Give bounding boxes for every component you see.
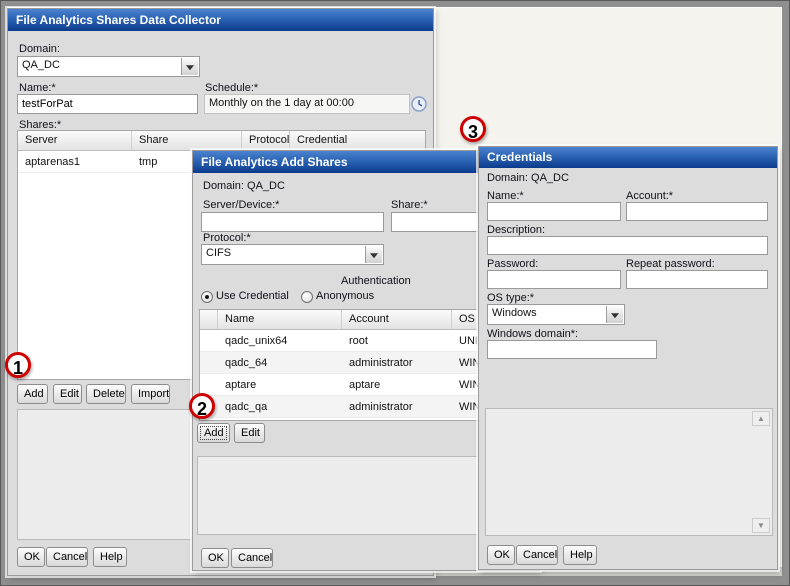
shares-data-collector-titlebar[interactable]: File Analytics Shares Data Collector bbox=[8, 9, 433, 31]
domain-select-value: QA_DC bbox=[22, 59, 60, 71]
annotation-step-3: 3 bbox=[460, 116, 486, 142]
cell-account: administrator bbox=[342, 396, 452, 417]
account-label: Account:* bbox=[626, 190, 673, 202]
cell-server: aptarenas1 bbox=[18, 151, 132, 172]
description-input[interactable] bbox=[487, 236, 768, 255]
annotation-step-1: 1 bbox=[5, 352, 31, 378]
password-input[interactable] bbox=[487, 270, 621, 289]
os-type-select-value: Windows bbox=[492, 307, 537, 319]
delete-button[interactable]: Delete bbox=[86, 384, 126, 404]
protocol-label: Protocol:* bbox=[203, 232, 251, 244]
credentials-titlebar[interactable]: Credentials bbox=[479, 147, 777, 168]
col-share[interactable]: Share bbox=[132, 131, 242, 150]
server-device-label: Server/Device:* bbox=[203, 199, 279, 211]
password-label: Password: bbox=[487, 258, 538, 270]
credentials-dialog: Credentials Domain: QA_DC Name:* Account… bbox=[478, 146, 778, 570]
domain-static: Domain: QA_DC bbox=[487, 172, 569, 184]
help-button[interactable]: Help bbox=[93, 547, 127, 567]
col-server[interactable]: Server bbox=[18, 131, 132, 150]
os-type-select[interactable]: Windows bbox=[487, 304, 625, 325]
name-label: Name:* bbox=[487, 190, 524, 202]
col-name[interactable]: Name bbox=[218, 310, 342, 329]
anonymous-label[interactable]: Anonymous bbox=[316, 290, 374, 302]
col-account[interactable]: Account bbox=[342, 310, 452, 329]
server-device-input[interactable] bbox=[201, 212, 384, 232]
description-label: Description: bbox=[487, 224, 545, 236]
scroll-down-icon[interactable]: ▼ bbox=[752, 518, 770, 533]
annotation-step-2: 2 bbox=[189, 393, 215, 419]
import-button[interactable]: Import bbox=[131, 384, 170, 404]
name-input[interactable] bbox=[17, 94, 198, 114]
edit-button[interactable]: Edit bbox=[53, 384, 82, 404]
cancel-button[interactable]: Cancel bbox=[231, 548, 273, 568]
clock-icon[interactable] bbox=[411, 96, 427, 112]
windows-domain-input[interactable] bbox=[487, 340, 657, 359]
chevron-down-icon bbox=[181, 58, 198, 75]
help-button[interactable]: Help bbox=[563, 545, 597, 565]
add-credential-button[interactable]: Add bbox=[197, 423, 230, 443]
cell-account: administrator bbox=[342, 352, 452, 373]
os-type-label: OS type:* bbox=[487, 292, 534, 304]
repeat-password-input[interactable] bbox=[626, 270, 768, 289]
shares-table-header: Server Share Protocol Credential bbox=[18, 131, 425, 151]
cell-account: aptare bbox=[342, 374, 452, 395]
edit-credential-button[interactable]: Edit bbox=[234, 423, 265, 443]
ok-button[interactable]: OK bbox=[487, 545, 515, 565]
cell-name: aptare bbox=[218, 374, 342, 395]
chevron-down-icon bbox=[365, 246, 382, 263]
cell-account: root bbox=[342, 330, 452, 351]
schedule-label: Schedule:* bbox=[205, 82, 258, 94]
anonymous-radio[interactable] bbox=[301, 291, 313, 303]
authentication-label: Authentication bbox=[341, 275, 411, 287]
chevron-down-icon bbox=[606, 306, 623, 323]
message-scroll-panel: ▲ ▼ bbox=[485, 408, 773, 536]
col-credential[interactable]: Credential bbox=[290, 131, 425, 150]
ok-button[interactable]: OK bbox=[17, 547, 45, 567]
windows-domain-label: Windows domain*: bbox=[487, 328, 578, 340]
col-protocol[interactable]: Protocol bbox=[242, 131, 290, 150]
use-credential-label[interactable]: Use Credential bbox=[216, 290, 289, 302]
protocol-select[interactable]: CIFS bbox=[201, 244, 384, 265]
col-select bbox=[200, 310, 218, 329]
add-button[interactable]: Add bbox=[17, 384, 48, 404]
cell-name: qadc_qa bbox=[218, 396, 342, 417]
share-label: Share:* bbox=[391, 199, 428, 211]
domain-static: Domain: QA_DC bbox=[203, 180, 285, 192]
schedule-field[interactable]: Monthly on the 1 day at 00:00 bbox=[204, 94, 410, 114]
account-input[interactable] bbox=[626, 202, 768, 221]
screenshot-frame: File Analytics Shares Data Collector Dom… bbox=[0, 0, 790, 586]
protocol-select-value: CIFS bbox=[206, 247, 231, 259]
cell-name: qadc_unix64 bbox=[218, 330, 342, 351]
domain-select[interactable]: QA_DC bbox=[17, 56, 200, 77]
scroll-up-icon[interactable]: ▲ bbox=[752, 411, 770, 426]
cancel-button[interactable]: Cancel bbox=[46, 547, 88, 567]
use-credential-radio[interactable] bbox=[201, 291, 213, 303]
domain-label: Domain: bbox=[19, 43, 60, 55]
ok-button[interactable]: OK bbox=[201, 548, 229, 568]
cancel-button[interactable]: Cancel bbox=[516, 545, 558, 565]
repeat-password-label: Repeat password: bbox=[626, 258, 715, 270]
desktop-background: File Analytics Shares Data Collector Dom… bbox=[7, 7, 782, 576]
credential-name-input[interactable] bbox=[487, 202, 621, 221]
cell-name: qadc_64 bbox=[218, 352, 342, 373]
name-label: Name:* bbox=[19, 82, 56, 94]
